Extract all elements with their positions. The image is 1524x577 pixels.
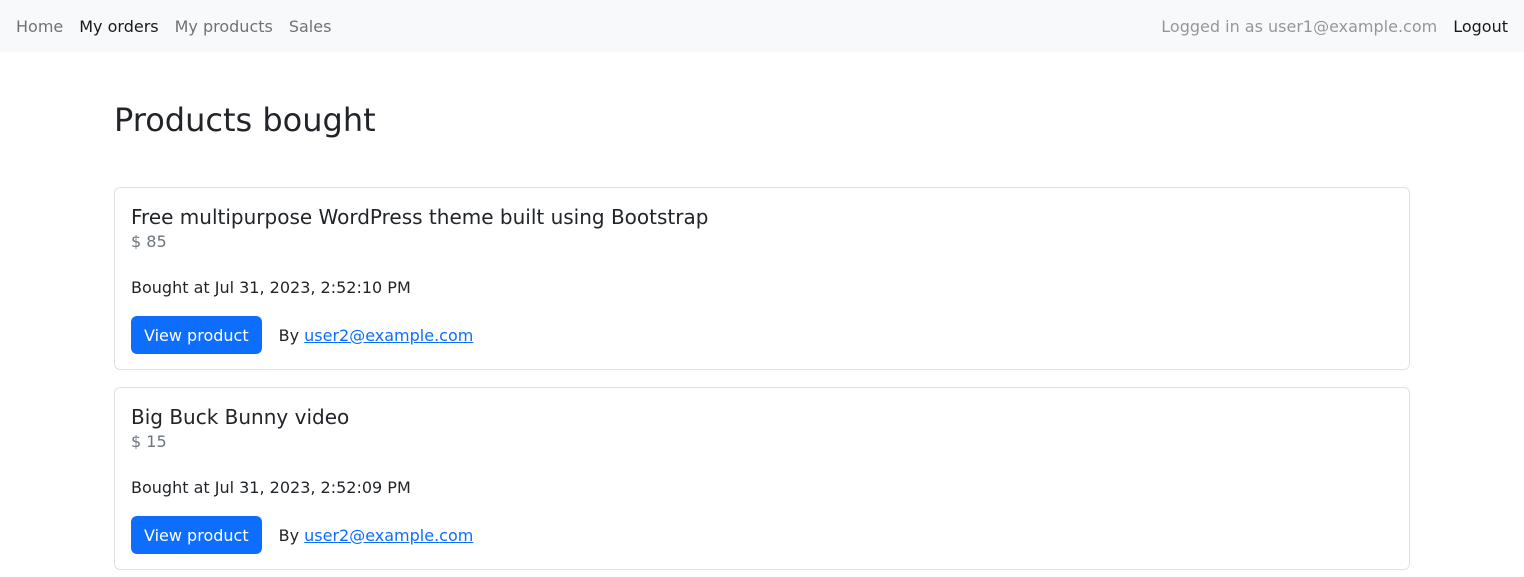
logout-link[interactable]: Logout — [1453, 17, 1508, 36]
view-product-button[interactable]: View product — [131, 516, 262, 554]
bought-at-text: Bought at Jul 31, 2023, 2:52:10 PM — [131, 278, 411, 297]
page-title: Products bought — [114, 101, 376, 139]
nav-user-area: Logged in as user1@example.com Logout — [1161, 17, 1508, 36]
nav-links: Home My orders My products Sales — [16, 17, 347, 36]
top-navbar: Home My orders My products Sales Logged … — [0, 0, 1524, 52]
main-content: Products bought Free multipurpose WordPr… — [114, 100, 1410, 570]
seller-info: By user2@example.com — [279, 326, 474, 345]
logged-in-text: Logged in as user1@example.com — [1161, 16, 1438, 36]
product-price: $ 85 — [131, 232, 167, 251]
card-actions: View product By user2@example.com — [131, 316, 1393, 354]
product-title: Big Buck Bunny video — [131, 405, 350, 429]
nav-home[interactable]: Home — [16, 17, 63, 36]
order-card: Big Buck Bunny video $ 15 Bought at Jul … — [114, 387, 1410, 570]
bought-at-text: Bought at Jul 31, 2023, 2:52:09 PM — [131, 478, 411, 497]
seller-email-link[interactable]: user2@example.com — [304, 326, 473, 345]
order-card: Free multipurpose WordPress theme built … — [114, 187, 1410, 370]
nav-sales[interactable]: Sales — [289, 17, 332, 36]
card-actions: View product By user2@example.com — [131, 516, 1393, 554]
nav-my-orders[interactable]: My orders — [79, 17, 158, 36]
view-product-button[interactable]: View product — [131, 316, 262, 354]
seller-info: By user2@example.com — [279, 526, 474, 545]
by-prefix: By — [278, 525, 300, 545]
seller-email-link[interactable]: user2@example.com — [304, 526, 473, 545]
product-price: $ 15 — [131, 432, 167, 451]
by-prefix: By — [278, 325, 300, 345]
product-title: Free multipurpose WordPress theme built … — [131, 205, 709, 229]
nav-my-products[interactable]: My products — [175, 17, 273, 36]
